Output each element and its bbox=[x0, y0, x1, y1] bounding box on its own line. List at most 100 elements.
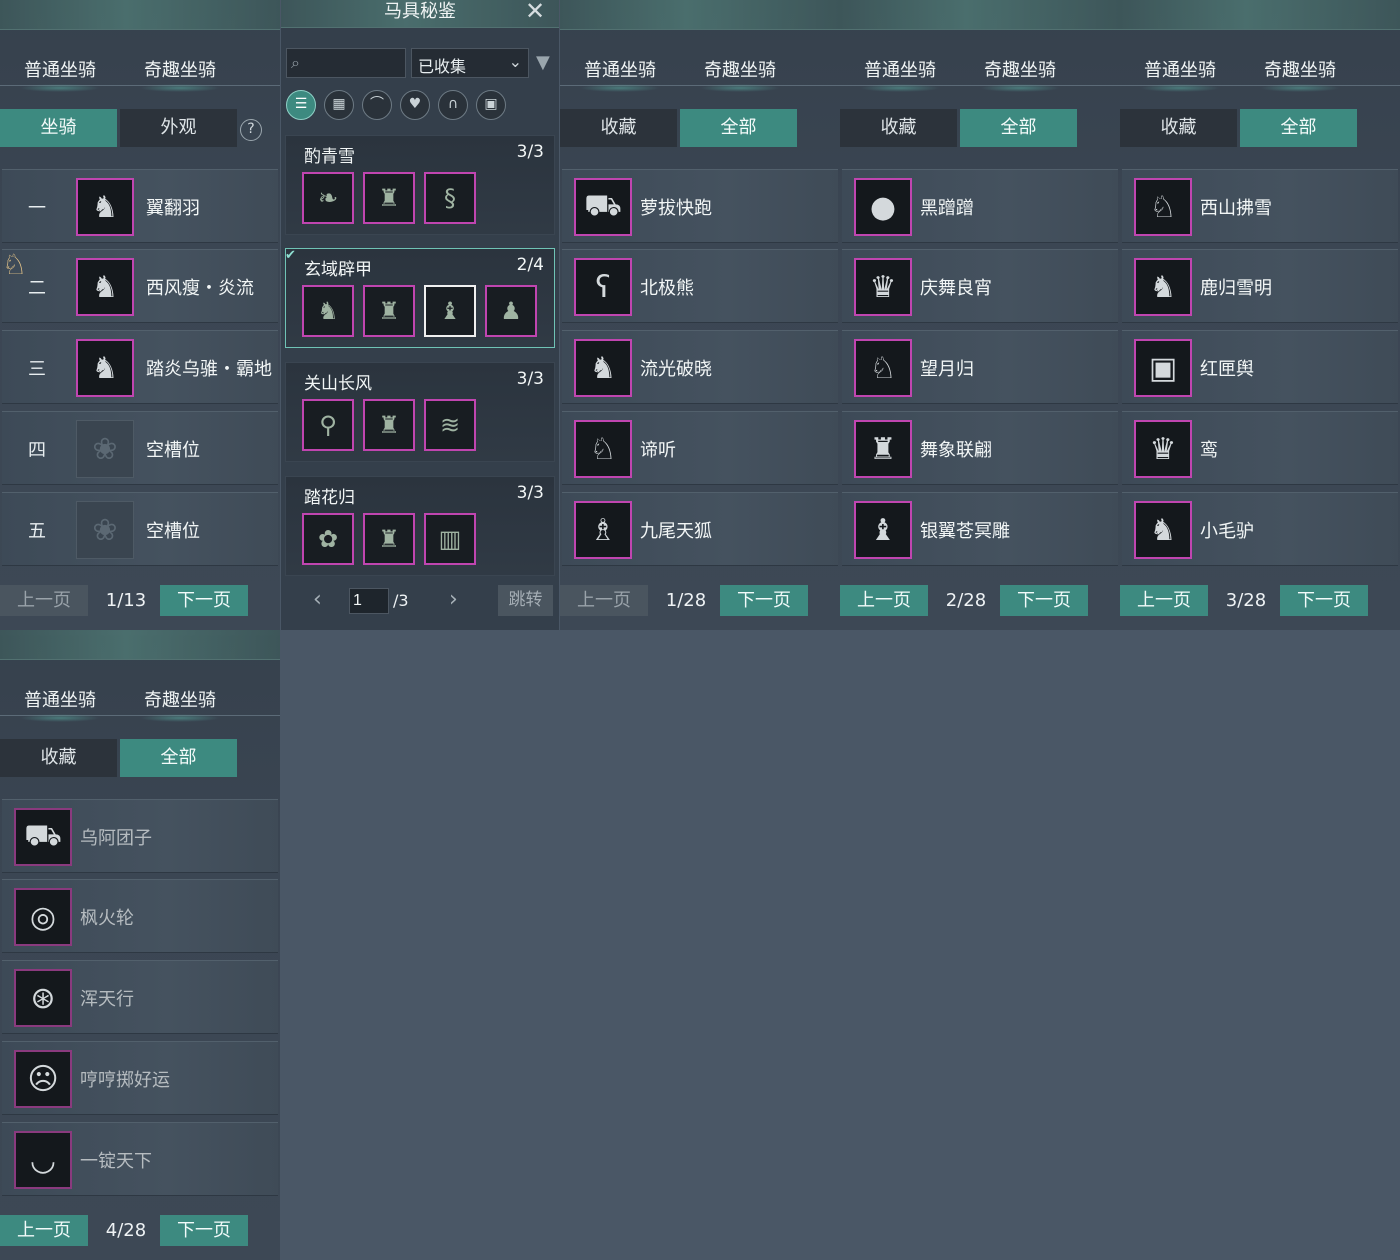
mount-name: 哼哼掷好运 bbox=[80, 1070, 170, 1091]
slot-row[interactable]: 四 ❀ 空槽位 bbox=[2, 411, 278, 485]
tack-item-icon[interactable]: ✿ bbox=[302, 513, 354, 565]
search-input[interactable] bbox=[311, 51, 401, 75]
chevron-left-icon[interactable]: ‹ bbox=[313, 587, 322, 612]
deer-sleigh-icon: ♞ bbox=[1134, 258, 1192, 316]
tab-all[interactable]: 全部 bbox=[120, 739, 237, 777]
slot-index: 三 bbox=[28, 359, 46, 380]
jump-button[interactable]: 跳转 bbox=[498, 585, 553, 616]
horseshoe-icon[interactable]: ∩ bbox=[438, 90, 468, 120]
mount-row[interactable]: ⛟ 乌阿团子 bbox=[2, 799, 278, 873]
tack-item-icon[interactable]: ♜ bbox=[363, 285, 415, 337]
mount-row[interactable]: ♘ 望月归 bbox=[842, 330, 1118, 404]
slot-index: 四 bbox=[28, 440, 46, 461]
mount-row[interactable]: ☹ 哼哼掷好运 bbox=[2, 1041, 278, 1115]
tack-set-card[interactable]: 关山长风 3/3 ⚲ ♜ ≋ bbox=[285, 362, 555, 462]
tack-item-icon[interactable]: ♞ bbox=[302, 285, 354, 337]
bridle-icon[interactable]: ♥ bbox=[400, 90, 430, 120]
tack-item-icon[interactable]: ♜ bbox=[363, 172, 415, 224]
tab-normal-mounts[interactable]: 普通坐骑 bbox=[840, 56, 960, 92]
tab-normal-mounts[interactable]: 普通坐骑 bbox=[560, 56, 680, 92]
tab-all[interactable]: 全部 bbox=[1240, 109, 1357, 147]
mount-row[interactable]: ♛ 庆舞良宵 bbox=[842, 249, 1118, 323]
tab-favorites[interactable]: 收藏 bbox=[1120, 109, 1237, 147]
pig-face-icon: ☹ bbox=[14, 1050, 72, 1108]
tack-set-card[interactable]: 踏花归 3/3 ✿ ♜ ▥ bbox=[285, 476, 555, 576]
top-decoration bbox=[560, 0, 840, 30]
tack-item-icon[interactable]: ❧ bbox=[302, 172, 354, 224]
tab-favorites[interactable]: 收藏 bbox=[840, 109, 957, 147]
mount-row[interactable]: ▣ 红匣舆 bbox=[1122, 330, 1398, 404]
tack-item-icon[interactable]: ♜ bbox=[363, 513, 415, 565]
eagle-icon: ♝ bbox=[854, 501, 912, 559]
tack-item-icon[interactable]: ♝ bbox=[424, 285, 476, 337]
tack-set-card[interactable]: ✔ 玄域辟甲 2/4 ♞ ♜ ♝ ♟ bbox=[285, 248, 555, 348]
tab-appearance[interactable]: 外观 bbox=[120, 109, 237, 147]
mount-row[interactable]: ⊛ 浑天行 bbox=[2, 960, 278, 1034]
category-tabs: 普通坐骑 奇趣坐骑 bbox=[0, 50, 280, 92]
set-count: 3/3 bbox=[516, 369, 544, 389]
tab-normal-mounts[interactable]: 普通坐骑 bbox=[0, 56, 120, 92]
tab-all[interactable]: 全部 bbox=[960, 109, 1077, 147]
page-input[interactable] bbox=[349, 588, 389, 614]
mount-row[interactable]: ♞ 流光破晓 bbox=[562, 330, 838, 404]
chevron-right-icon[interactable]: › bbox=[449, 587, 458, 612]
tack-item-icon[interactable]: ≋ bbox=[424, 399, 476, 451]
tab-all[interactable]: 全部 bbox=[680, 109, 797, 147]
collected-filter-dropdown[interactable]: 已收集 ⌄ bbox=[411, 48, 529, 78]
tab-fun-mounts[interactable]: 奇趣坐骑 bbox=[1240, 56, 1360, 92]
next-page-button[interactable]: 下一页 bbox=[1000, 585, 1088, 616]
slot-row[interactable]: 二 ♞ 西风瘦・炎流 bbox=[2, 249, 278, 323]
tab-fun-mounts[interactable]: 奇趣坐骑 bbox=[120, 56, 240, 92]
mount-row[interactable]: ● 黑蹭蹭 bbox=[842, 169, 1118, 243]
set-count: 3/3 bbox=[516, 483, 544, 503]
mount-row[interactable]: ◡ 一锭天下 bbox=[2, 1122, 278, 1196]
tab-favorites[interactable]: 收藏 bbox=[560, 109, 677, 147]
slot-row[interactable]: 五 ❀ 空槽位 bbox=[2, 492, 278, 566]
mount-row[interactable]: ♞ 小毛驴 bbox=[1122, 492, 1398, 566]
mount-row[interactable]: ʕ 北极熊 bbox=[562, 249, 838, 323]
next-page-button[interactable]: 下一页 bbox=[720, 585, 808, 616]
tab-fun-mounts[interactable]: 奇趣坐骑 bbox=[120, 686, 240, 722]
grid-icon[interactable]: ▦ bbox=[324, 90, 354, 120]
tab-fun-mounts[interactable]: 奇趣坐骑 bbox=[680, 56, 800, 92]
close-icon[interactable]: ✕ bbox=[525, 0, 545, 25]
tack-item-icon[interactable]: ▥ bbox=[424, 513, 476, 565]
mount-row[interactable]: ◎ 枫火轮 bbox=[2, 879, 278, 953]
tack-item-icon[interactable]: § bbox=[424, 172, 476, 224]
mount-list-panel: 普通坐骑 奇趣坐骑 收藏 全部 ♘ 西山拂雪 ♞ 鹿归雪明 ▣ 红匣舆 ♛ 鸾 ♞ 小毛驴… bbox=[1120, 0, 1400, 630]
mount-row[interactable]: ♝ 银翼苍冥雕 bbox=[842, 492, 1118, 566]
prev-page-button[interactable]: 上一页 bbox=[560, 585, 648, 616]
mount-row[interactable]: ♗ 九尾天狐 bbox=[562, 492, 838, 566]
tack-item-icon[interactable]: ♟ bbox=[485, 285, 537, 337]
mount-row[interactable]: ⛟ 萝拔快跑 bbox=[562, 169, 838, 243]
prev-page-button[interactable]: 上一页 bbox=[840, 585, 928, 616]
slot-row[interactable]: 一 ♞ 翼翻羽 bbox=[2, 169, 278, 243]
pagination: 上一页 4/28 下一页 bbox=[0, 1215, 280, 1247]
tack-item-icon[interactable]: ♜ bbox=[363, 399, 415, 451]
saddle-icon[interactable]: ⌒ bbox=[362, 90, 392, 120]
prev-page-button[interactable]: 上一页 bbox=[0, 585, 88, 616]
mount-row[interactable]: ♘ 西山拂雪 bbox=[1122, 169, 1398, 243]
mount-row[interactable]: ♛ 鸾 bbox=[1122, 411, 1398, 485]
help-icon[interactable]: ? bbox=[240, 119, 262, 141]
tab-favorites[interactable]: 收藏 bbox=[0, 739, 117, 777]
tab-fun-mounts[interactable]: 奇趣坐骑 bbox=[960, 56, 1080, 92]
mount-row[interactable]: ♜ 舞象联翩 bbox=[842, 411, 1118, 485]
next-page-button[interactable]: 下一页 bbox=[160, 1215, 248, 1246]
tack-set-card[interactable]: 酌青雪 3/3 ❧ ♜ § bbox=[285, 135, 555, 235]
tab-normal-mounts[interactable]: 普通坐骑 bbox=[0, 686, 120, 722]
prev-page-button[interactable]: 上一页 bbox=[1120, 585, 1208, 616]
mount-row[interactable]: ♘ 谛听 bbox=[562, 411, 838, 485]
slot-row[interactable]: 三 ♞ 踏炎乌骓・霸地 bbox=[2, 330, 278, 404]
prev-page-button[interactable]: 上一页 bbox=[0, 1215, 88, 1246]
filter-icon[interactable]: ▼ bbox=[536, 52, 550, 73]
mount-row[interactable]: ♞ 鹿归雪明 bbox=[1122, 249, 1398, 323]
tab-normal-mounts[interactable]: 普通坐骑 bbox=[1120, 56, 1240, 92]
list-all-icon[interactable]: ☰ bbox=[286, 90, 316, 120]
armor-icon[interactable]: ▣ bbox=[476, 90, 506, 120]
next-page-button[interactable]: 下一页 bbox=[160, 585, 248, 616]
tack-item-icon[interactable]: ⚲ bbox=[302, 399, 354, 451]
next-page-button[interactable]: 下一页 bbox=[1280, 585, 1368, 616]
pagination: 上一页 2/28 下一页 bbox=[840, 585, 1120, 617]
tab-mount[interactable]: 坐骑 bbox=[0, 109, 117, 147]
